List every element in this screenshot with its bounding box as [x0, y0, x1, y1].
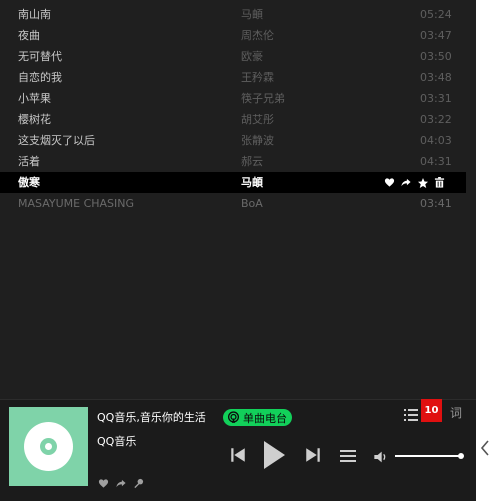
- song-title: 小苹果: [18, 92, 51, 105]
- song-row[interactable]: 夜曲 周杰伦 03:47: [0, 25, 466, 46]
- chevron-left-icon: [480, 440, 489, 456]
- song-row[interactable]: 樱树花 胡艾彤 03:22: [0, 109, 466, 130]
- song-title: 夜曲: [18, 29, 40, 42]
- song-artist[interactable]: BoA: [241, 193, 263, 214]
- song-artist[interactable]: 欧豪: [241, 46, 263, 67]
- song-duration: 03:47: [420, 29, 452, 42]
- song-row[interactable]: 南山南 马頔 05:24: [0, 4, 466, 25]
- collapse-tab[interactable]: [476, 399, 494, 500]
- song-artist[interactable]: 马頔: [241, 4, 263, 25]
- song-duration: 04:31: [420, 155, 452, 168]
- song-duration: 03:31: [420, 92, 452, 105]
- song-title: 无可替代: [18, 50, 62, 63]
- song-title: 南山南: [18, 8, 51, 21]
- radio-icon: [227, 411, 240, 423]
- row-actions: [384, 172, 445, 193]
- music-app: 南山南 马頔 05:24 夜曲 周杰伦 03:47 无可替代 欧豪 03:50 …: [0, 0, 476, 501]
- song-title: 傲寒: [18, 176, 40, 189]
- song-row[interactable]: MASAYUME CHASING BoA 03:41: [0, 193, 466, 214]
- song-artist[interactable]: 周杰伦: [241, 25, 274, 46]
- song-artist[interactable]: 张静波: [241, 130, 274, 151]
- song-row[interactable]: 小苹果 筷子兄弟 03:31: [0, 88, 466, 109]
- now-playing-title[interactable]: QQ音乐,音乐你的生活: [97, 409, 206, 425]
- share-icon[interactable]: [115, 474, 127, 493]
- next-track-icon[interactable]: [304, 446, 322, 468]
- song-duration: 04:03: [420, 134, 452, 147]
- player-bar: QQ音乐,音乐你的生活 QQ音乐 单曲电台 词: [0, 399, 476, 501]
- share-icon[interactable]: [400, 177, 412, 188]
- menu-icon[interactable]: [340, 448, 356, 467]
- lyrics-button[interactable]: 词: [450, 404, 462, 421]
- previous-track-icon[interactable]: [229, 446, 247, 468]
- album-cover[interactable]: [9, 407, 88, 486]
- volume-icon[interactable]: [373, 449, 389, 468]
- song-row-playing[interactable]: 傲寒 马頔: [0, 172, 466, 193]
- volume-knob[interactable]: [458, 453, 464, 459]
- song-artist[interactable]: 胡艾彤: [241, 109, 274, 130]
- song-duration: 03:41: [420, 197, 452, 210]
- song-title: 这支烟灭了以后: [18, 134, 95, 147]
- song-duration: 03:22: [420, 113, 452, 126]
- song-row[interactable]: 无可替代 欧豪 03:50: [0, 46, 466, 67]
- now-playing-artist[interactable]: QQ音乐: [97, 433, 136, 449]
- song-duration: 05:24: [420, 8, 452, 21]
- radio-label: 单曲电台: [243, 411, 287, 425]
- disc-hole: [45, 443, 52, 450]
- song-row[interactable]: 这支烟灭了以后 张静波 04:03: [0, 130, 466, 151]
- song-row[interactable]: 自恋的我 王矜霖 03:48: [0, 67, 466, 88]
- song-title: 自恋的我: [18, 71, 62, 84]
- song-title: MASAYUME CHASING: [18, 197, 135, 210]
- heart-icon[interactable]: [98, 474, 109, 493]
- song-duration: 03:50: [420, 50, 452, 63]
- delete-icon[interactable]: [434, 177, 445, 188]
- song-duration: 03:48: [420, 71, 452, 84]
- play-icon[interactable]: [262, 440, 286, 474]
- song-artist[interactable]: 马頔: [241, 172, 263, 193]
- star-icon[interactable]: [417, 177, 429, 189]
- mini-actions: [98, 474, 144, 493]
- song-row[interactable]: 活着 郝云 04:31: [0, 151, 466, 172]
- song-title: 活着: [18, 155, 40, 168]
- song-artist[interactable]: 筷子兄弟: [241, 88, 285, 109]
- song-title: 樱树花: [18, 113, 51, 126]
- playlist-icon[interactable]: [404, 406, 418, 425]
- single-radio-button[interactable]: 单曲电台: [223, 409, 292, 426]
- song-artist[interactable]: 王矜霖: [241, 67, 274, 88]
- heart-icon[interactable]: [384, 177, 395, 188]
- volume-slider[interactable]: [395, 455, 461, 457]
- queue-count-badge[interactable]: 10: [421, 399, 442, 422]
- microphone-icon[interactable]: [133, 474, 144, 493]
- song-list: 南山南 马頔 05:24 夜曲 周杰伦 03:47 无可替代 欧豪 03:50 …: [0, 4, 466, 214]
- song-artist[interactable]: 郝云: [241, 151, 263, 172]
